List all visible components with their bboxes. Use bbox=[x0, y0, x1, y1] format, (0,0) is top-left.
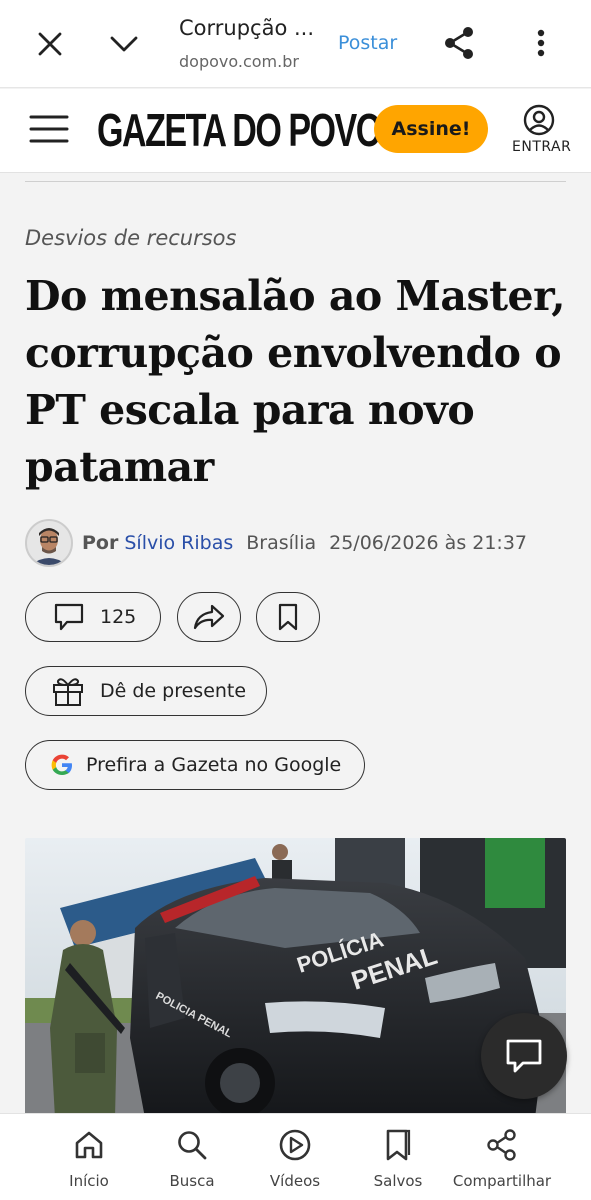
nav-label: Busca bbox=[169, 1172, 215, 1190]
comment-count: 125 bbox=[100, 606, 137, 628]
byline: Por Sílvio Ribas Brasília 25/06/2026 às … bbox=[25, 518, 585, 568]
close-icon[interactable] bbox=[34, 28, 66, 60]
comment-icon bbox=[505, 1038, 543, 1074]
search-icon bbox=[176, 1128, 208, 1162]
nav-label: Início bbox=[69, 1172, 109, 1190]
article-photo[interactable]: POLÍCIA PENAL POLICIA PENAL bbox=[25, 838, 566, 1118]
author-link[interactable]: Sílvio Ribas bbox=[124, 532, 233, 554]
byline-prefix: Por bbox=[82, 532, 119, 554]
article-headline: Do mensalão ao Master, corrupção envolve… bbox=[25, 272, 566, 491]
article-kicker[interactable]: Desvios de recursos bbox=[25, 226, 236, 250]
browser-page-title: Corrupção ... bbox=[179, 16, 315, 40]
google-icon bbox=[50, 753, 74, 777]
nav-item-salvos[interactable]: Salvos bbox=[339, 1114, 457, 1200]
publish-datetime: 25/06/2026 às 21:37 bbox=[329, 532, 528, 554]
user-icon[interactable] bbox=[522, 103, 556, 137]
gift-icon bbox=[51, 675, 85, 707]
menu-icon[interactable] bbox=[28, 109, 70, 149]
save-article-button[interactable] bbox=[256, 592, 320, 642]
nav-item-compartilhar[interactable]: Compartilhar bbox=[443, 1114, 561, 1200]
google-preference-label: Prefira a Gazeta no Google bbox=[86, 754, 342, 776]
nav-label: Compartilhar bbox=[452, 1172, 552, 1190]
gift-button[interactable]: Dê de presente bbox=[25, 666, 267, 716]
share-icon[interactable] bbox=[440, 24, 478, 62]
bookmark-icon bbox=[384, 1128, 412, 1162]
forward-icon bbox=[192, 603, 226, 631]
browser-toolbar: Corrupção ... dopovo.com.br Postar bbox=[0, 0, 591, 88]
nav-item-busca[interactable]: Busca bbox=[133, 1114, 251, 1200]
more-options-icon[interactable] bbox=[528, 26, 554, 60]
comment-icon bbox=[54, 603, 84, 631]
author-avatar[interactable] bbox=[25, 519, 73, 567]
chevron-down-icon[interactable] bbox=[106, 28, 142, 60]
nav-item-videos[interactable]: Vídeos bbox=[236, 1114, 354, 1200]
home-icon bbox=[73, 1128, 105, 1162]
nav-item-inicio[interactable]: Início bbox=[30, 1114, 148, 1200]
login-label[interactable]: ENTRAR bbox=[512, 139, 571, 155]
chat-fab-button[interactable] bbox=[481, 1013, 567, 1099]
nav-label: Vídeos bbox=[269, 1172, 321, 1190]
share-icon bbox=[486, 1128, 518, 1162]
divider bbox=[25, 181, 566, 182]
nav-label: Salvos bbox=[373, 1172, 423, 1190]
play-icon bbox=[278, 1128, 312, 1162]
comments-button[interactable]: 125 bbox=[25, 592, 161, 642]
bottom-navigation: Início Busca Vídeos Salvos Compartilhar bbox=[0, 1113, 591, 1200]
browser-url[interactable]: dopovo.com.br bbox=[179, 52, 299, 71]
site-header: GAZETA DO POVO Assine! ENTRAR bbox=[0, 89, 591, 173]
post-button[interactable]: Postar bbox=[338, 32, 397, 54]
google-preference-button[interactable]: Prefira a Gazeta no Google bbox=[25, 740, 365, 790]
bookmark-icon bbox=[277, 603, 299, 631]
gift-label: Dê de presente bbox=[100, 680, 247, 702]
subscribe-button[interactable]: Assine! bbox=[374, 105, 488, 153]
byline-location: Brasília bbox=[246, 532, 317, 554]
share-article-button[interactable] bbox=[177, 592, 241, 642]
site-logo[interactable]: GAZETA DO POVO bbox=[97, 103, 382, 157]
